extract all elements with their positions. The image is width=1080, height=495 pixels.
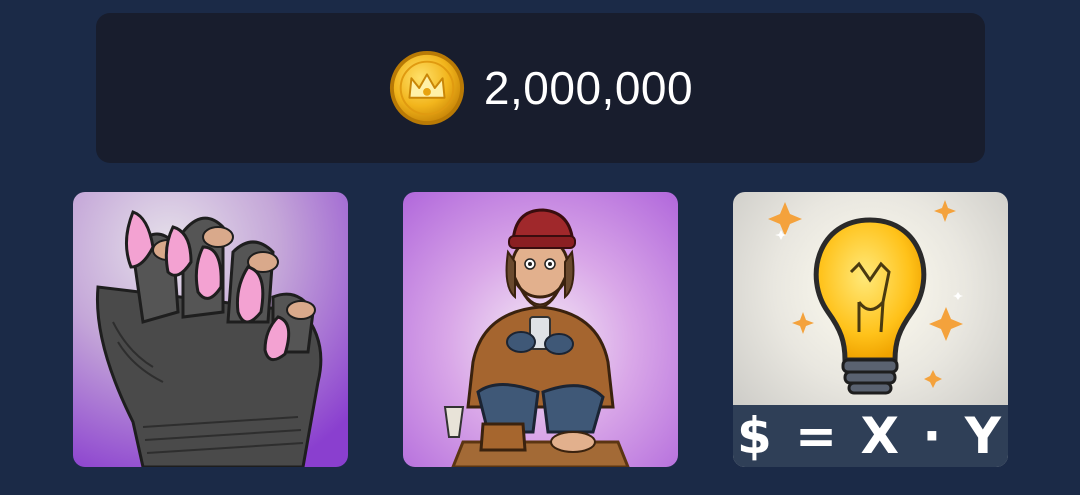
balance-value: 2,000,000 xyxy=(483,62,694,114)
nails-glove-card[interactable] xyxy=(73,192,348,467)
homeless-man-image xyxy=(403,192,678,467)
crown-coin-icon xyxy=(389,50,464,126)
gloved-hand-image xyxy=(73,192,348,467)
balance-panel: 2,000,000 xyxy=(96,13,985,163)
formula-text: $ = X · Y xyxy=(736,407,1005,465)
formula-bar: $ = X · Y xyxy=(733,405,1008,467)
lightbulb-formula-card[interactable]: $ = X · Y xyxy=(733,192,1008,467)
homeless-man-card[interactable] xyxy=(403,192,678,467)
